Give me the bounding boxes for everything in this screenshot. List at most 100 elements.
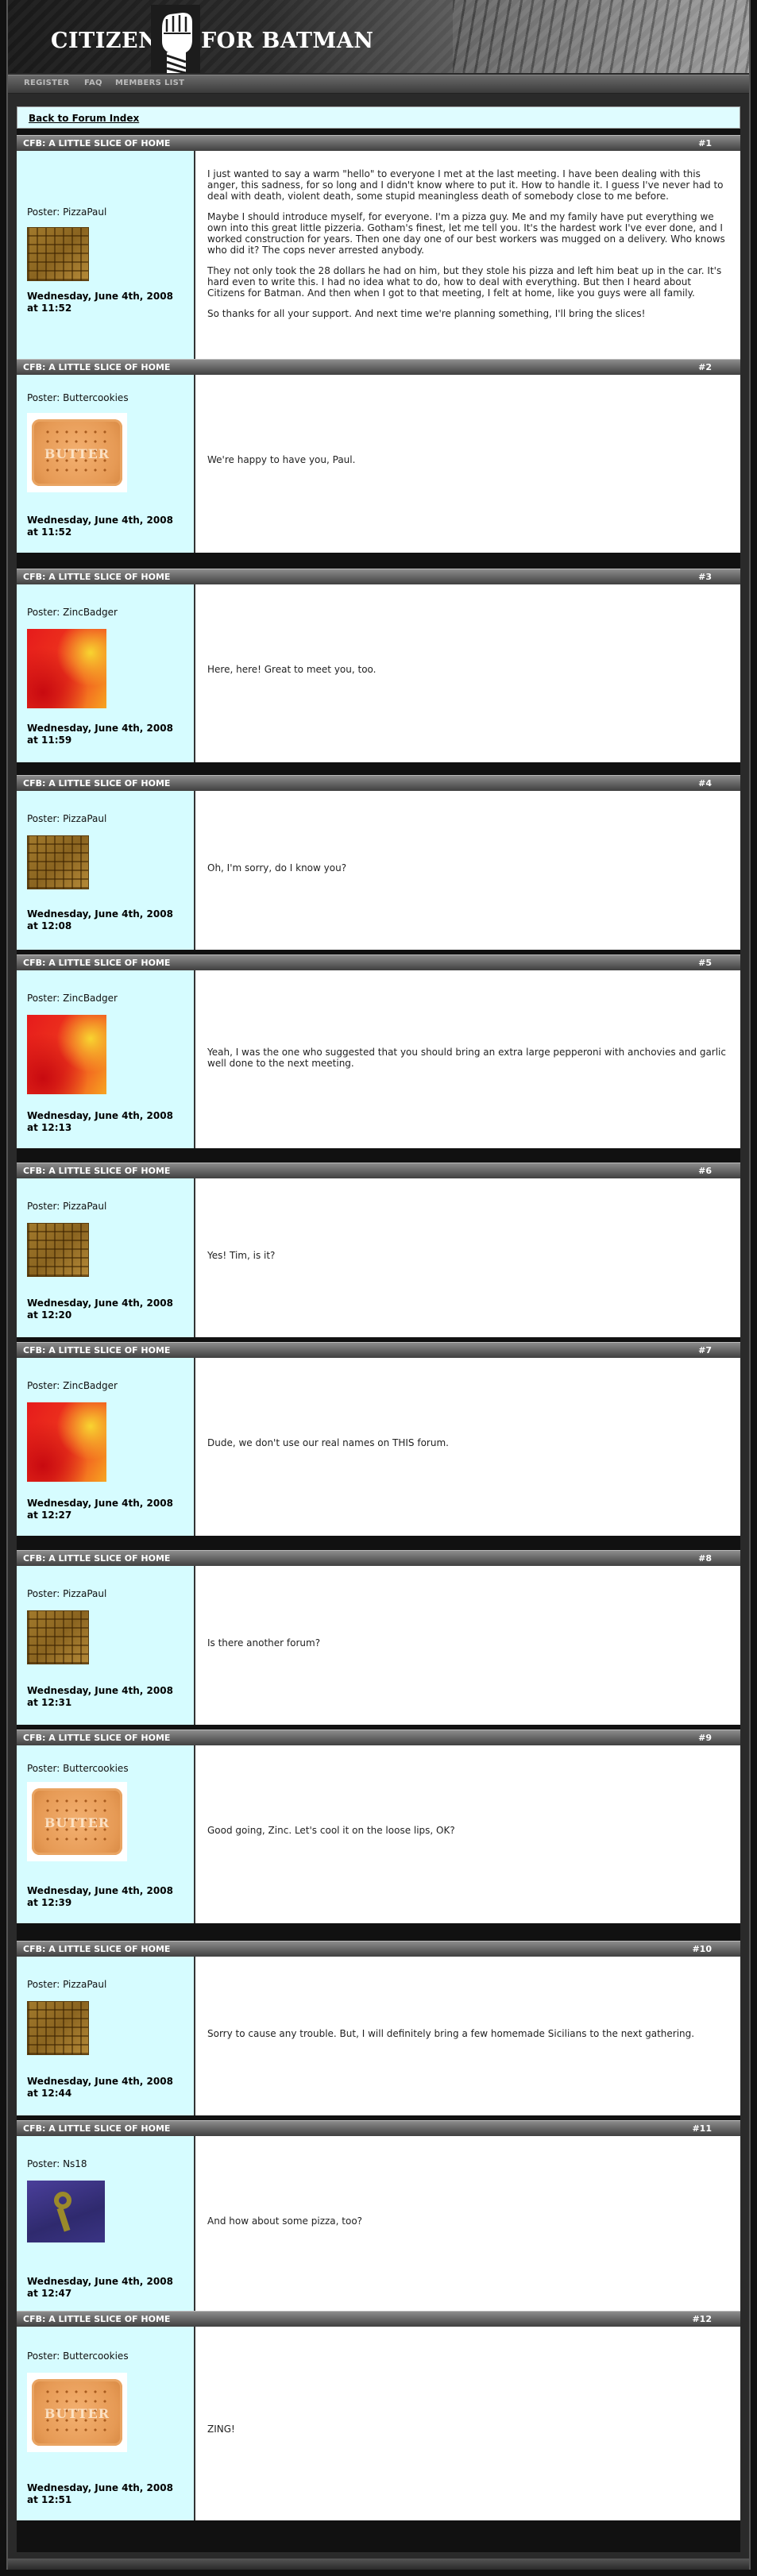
post-message: I just wanted to say a warm "hello" to e…: [207, 151, 732, 368]
butter-cookie-icon: BUTTER: [32, 419, 122, 486]
post-header: CFB: A LITTLE SLICE OF HOME #10: [17, 1941, 740, 1957]
avatar: [27, 1402, 106, 1482]
nav-members-list-link[interactable]: MEMBERS LIST: [115, 79, 184, 87]
message-paragraph: And how about some pizza, too?: [207, 2215, 363, 2227]
post-number: #2: [698, 362, 712, 372]
post-title: CFB: A LITTLE SLICE OF HOME: [23, 1345, 171, 1355]
post-body: Poster: ZincBadger Wednesday, June 4th, 2…: [17, 584, 740, 762]
post-message: Oh, I'm sorry, do I know you?: [207, 791, 732, 950]
post-header: CFB: A LITTLE SLICE OF HOME #3: [17, 569, 740, 585]
poster-info: Poster: PizzaPaul Wednesday, June 4th, 20…: [17, 1566, 195, 1725]
header-bridge-image: [453, 0, 749, 73]
message-paragraph: Is there another forum?: [207, 1637, 321, 1649]
nav-faq-link[interactable]: FAQ: [84, 79, 102, 87]
avatar: [27, 1610, 89, 1664]
avatar: [27, 2181, 105, 2242]
post-title: CFB: A LITTLE SLICE OF HOME: [23, 2314, 171, 2324]
poster-name: Poster: Buttercookies: [27, 2350, 129, 2362]
avatar: BUTTER: [27, 2373, 127, 2452]
message-paragraph: They not only took the 28 dollars he had…: [207, 265, 722, 299]
post-message: Is there another forum?: [207, 1566, 732, 1725]
footer-bar: [8, 2559, 749, 2570]
back-to-forum-index-link[interactable]: Back to Forum Index: [29, 113, 139, 124]
message-paragraph: ZING!: [207, 2424, 235, 2435]
post-message: ZING!: [207, 2327, 732, 2520]
post-date: Wednesday, June 4th, 2008 at 12:13: [27, 1110, 173, 1133]
post-header: CFB: A LITTLE SLICE OF HOME #7: [17, 1342, 740, 1359]
post-date: Wednesday, June 4th, 2008 at 11:59: [27, 723, 173, 746]
forum-content: Back to Forum Index CFB: A LITTLE SLICE …: [17, 106, 740, 2552]
post-number: #12: [692, 2314, 712, 2324]
poster-name: Poster: Buttercookies: [27, 1763, 129, 1774]
post-date: Wednesday, June 4th, 2008 at 12:44: [27, 2076, 173, 2099]
poster-info: Poster: Ns18 Wednesday, June 4th, 2008 at…: [17, 2136, 195, 2314]
forum-post: CFB: A LITTLE SLICE OF HOME #2 Poster: But…: [17, 359, 740, 553]
message-paragraph: Here, here! Great to meet you, too.: [207, 664, 377, 675]
post-body: Poster: Ns18 Wednesday, June 4th, 2008 at…: [17, 2136, 740, 2314]
post-title: CFB: A LITTLE SLICE OF HOME: [23, 572, 171, 582]
message-paragraph: So thanks for all your support. And next…: [207, 308, 646, 319]
post-title: CFB: A LITTLE SLICE OF HOME: [23, 1733, 171, 1743]
post-title: CFB: A LITTLE SLICE OF HOME: [23, 778, 171, 789]
post-body: Poster: PizzaPaul Wednesday, June 4th, 20…: [17, 1957, 740, 2115]
message-paragraph: Sorry to cause any trouble. But, I will …: [207, 2028, 695, 2039]
poster-name: Poster: PizzaPaul: [27, 1979, 107, 1990]
message-paragraph: Good going, Zinc. Let's cool it on the l…: [207, 1825, 455, 1836]
forum-post: CFB: A LITTLE SLICE OF HOME #11 Poster: Ns…: [17, 2120, 740, 2314]
post-header: CFB: A LITTLE SLICE OF HOME #8: [17, 1550, 740, 1567]
post-number: #9: [698, 1733, 712, 1743]
poster-info: Poster: Buttercookies BUTTER Wednesday, Ju…: [17, 1745, 195, 1923]
avatar: [27, 227, 89, 281]
post-title: CFB: A LITTLE SLICE OF HOME: [23, 1166, 171, 1176]
post-number: #6: [698, 1166, 712, 1176]
post-header: CFB: A LITTLE SLICE OF HOME #11: [17, 2120, 740, 2137]
post-number: #5: [698, 958, 712, 968]
forum-post: CFB: A LITTLE SLICE OF HOME #10 Poster: Pi…: [17, 1941, 740, 2115]
raised-fist-icon: [151, 5, 200, 73]
post-message: Here, here! Great to meet you, too.: [207, 584, 732, 762]
post-title: CFB: A LITTLE SLICE OF HOME: [23, 2123, 171, 2134]
post-number: #8: [698, 1553, 712, 1564]
butter-cookie-icon: BUTTER: [32, 2379, 122, 2446]
post-body: Poster: PizzaPaul Wednesday, June 4th, 20…: [17, 151, 740, 368]
post-title: CFB: A LITTLE SLICE OF HOME: [23, 958, 171, 968]
poster-name: Poster: ZincBadger: [27, 607, 118, 618]
forum-post: CFB: A LITTLE SLICE OF HOME #6 Poster: Piz…: [17, 1163, 740, 1337]
poster-info: Poster: PizzaPaul Wednesday, June 4th, 20…: [17, 1178, 195, 1337]
poster-name: Poster: ZincBadger: [27, 993, 118, 1004]
poster-name: Poster: Ns18: [27, 2158, 87, 2169]
back-bar: Back to Forum Index: [17, 106, 740, 129]
post-date: Wednesday, June 4th, 2008 at 12:51: [27, 2482, 173, 2505]
post-number: #11: [692, 2123, 712, 2134]
message-paragraph: Yes! Tim, is it?: [207, 1250, 276, 1261]
poster-info: Poster: PizzaPaul Wednesday, June 4th, 20…: [17, 791, 195, 950]
post-header: CFB: A LITTLE SLICE OF HOME #12: [17, 2311, 740, 2327]
poster-info: Poster: ZincBadger Wednesday, June 4th, 2…: [17, 584, 195, 762]
post-message: And how about some pizza, too?: [207, 2136, 732, 2314]
post-number: #4: [698, 778, 712, 789]
poster-info: Poster: Buttercookies BUTTER Wednesday, Ju…: [17, 375, 195, 553]
post-header: CFB: A LITTLE SLICE OF HOME #4: [17, 775, 740, 792]
poster-name: Poster: Buttercookies: [27, 392, 129, 403]
post-message: Sorry to cause any trouble. But, I will …: [207, 1957, 732, 2115]
site-header: CITIZENS FOR BATMAN: [8, 0, 749, 73]
forum-post: CFB: A LITTLE SLICE OF HOME #5 Poster: Zin…: [17, 954, 740, 1148]
post-number: #1: [698, 138, 712, 148]
post-header: CFB: A LITTLE SLICE OF HOME #2: [17, 359, 740, 376]
nav-register-link[interactable]: REGISTER: [24, 79, 69, 87]
message-paragraph: We're happy to have you, Paul.: [207, 454, 356, 465]
post-header: CFB: A LITTLE SLICE OF HOME #1: [17, 135, 740, 152]
post-number: #3: [698, 572, 712, 582]
message-paragraph: Dude, we don't use our real names on THI…: [207, 1437, 449, 1448]
avatar: [27, 835, 89, 889]
message-paragraph: I just wanted to say a warm "hello" to e…: [207, 168, 724, 202]
post-date: Wednesday, June 4th, 2008 at 12:47: [27, 2276, 173, 2299]
post-body: Poster: ZincBadger Wednesday, June 4th, 2…: [17, 970, 740, 1148]
post-title: CFB: A LITTLE SLICE OF HOME: [23, 138, 171, 148]
poster-name: Poster: PizzaPaul: [27, 813, 107, 824]
post-body: Poster: Buttercookies BUTTER Wednesday, Ju…: [17, 1745, 740, 1923]
post-body: Poster: Buttercookies BUTTER Wednesday, Ju…: [17, 2327, 740, 2520]
poster-info: Poster: Buttercookies BUTTER Wednesday, Ju…: [17, 2327, 195, 2520]
poster-info: Poster: PizzaPaul Wednesday, June 4th, 20…: [17, 1957, 195, 2115]
avatar: [27, 1223, 89, 1277]
